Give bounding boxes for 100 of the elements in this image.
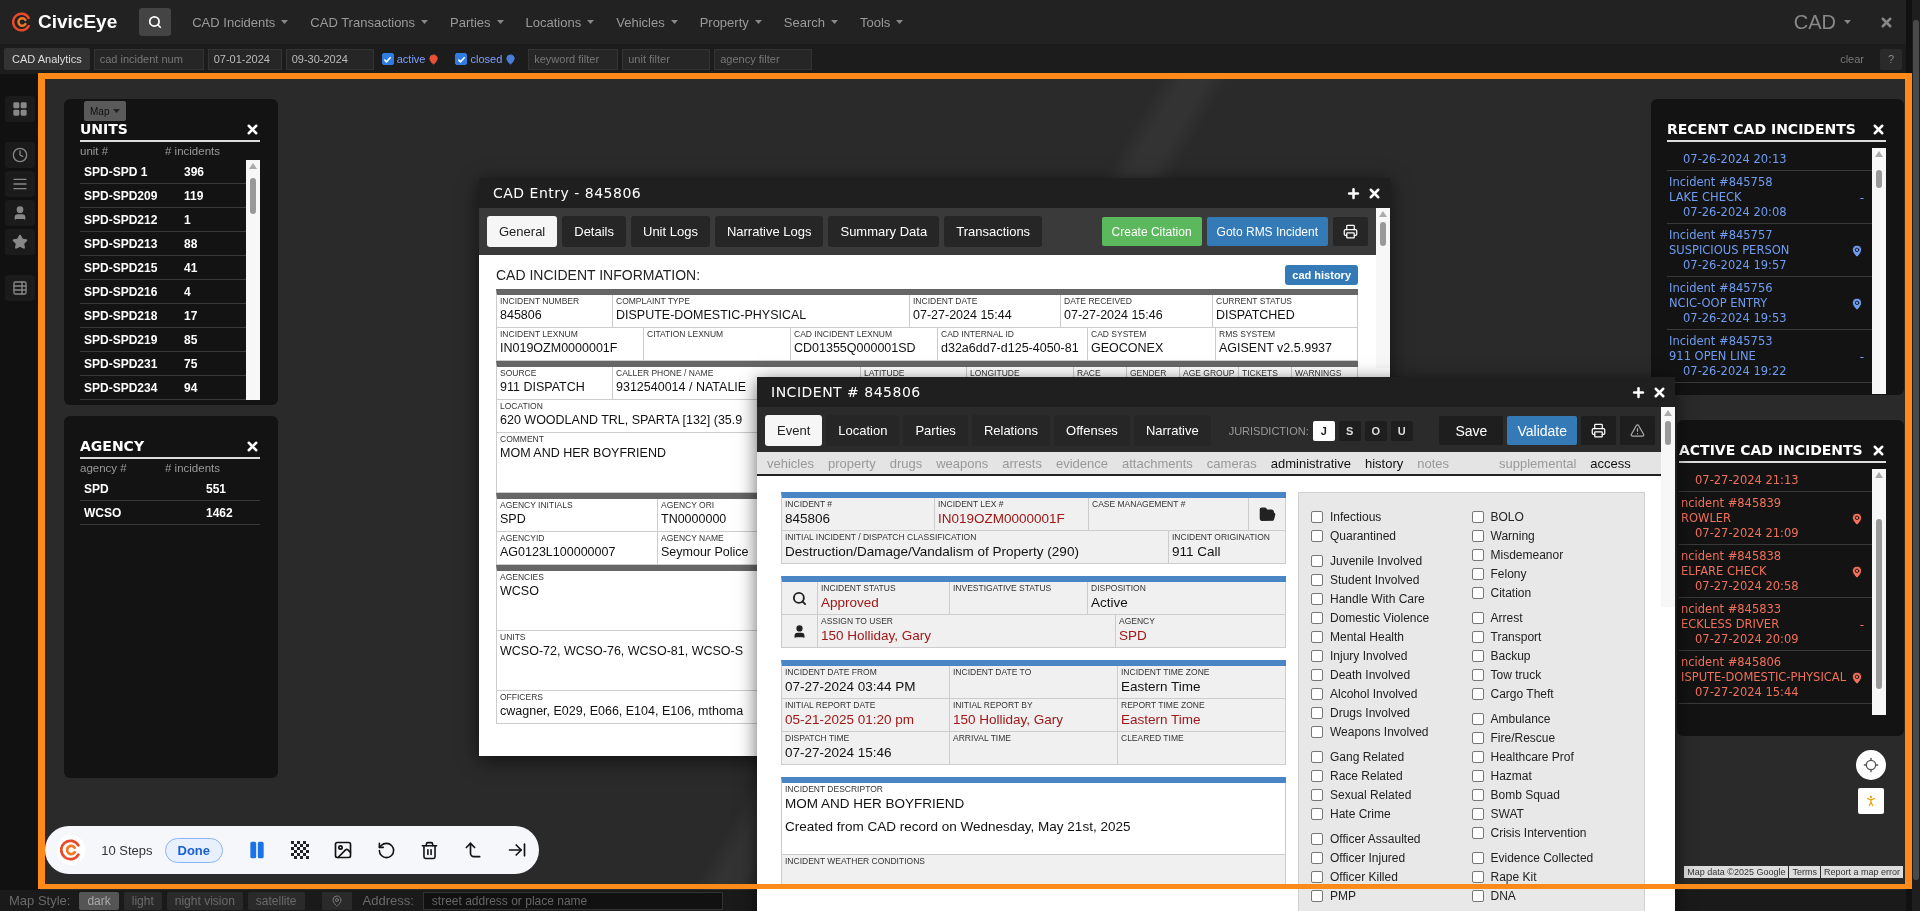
- checkbox[interactable]: [381, 53, 394, 65]
- scrollbar[interactable]: [246, 160, 260, 400]
- close-icon[interactable]: [1871, 121, 1886, 137]
- upload-button[interactable]: [463, 840, 483, 860]
- filter-field[interactable]: agency filter: [714, 48, 813, 70]
- checkbox[interactable]: [1471, 529, 1484, 542]
- filter-field[interactable]: 07-01-2024: [207, 48, 282, 70]
- checkbox[interactable]: [1471, 611, 1484, 624]
- checkbox[interactable]: [1311, 769, 1323, 782]
- checkbox[interactable]: [1471, 870, 1484, 883]
- tab[interactable]: Summary Data: [828, 216, 940, 247]
- done-button[interactable]: Done: [164, 837, 223, 863]
- image-button[interactable]: [333, 840, 353, 860]
- blur-button[interactable]: [291, 841, 309, 859]
- search-button[interactable]: [139, 8, 172, 36]
- incident-list-item[interactable]: 07-26-2024 20:13: [1667, 148, 1872, 171]
- checkbox[interactable]: [1471, 668, 1484, 681]
- checkbox[interactable]: [1311, 554, 1323, 567]
- tab[interactable]: Parties: [903, 415, 968, 446]
- tab[interactable]: Unit Logs: [631, 216, 710, 247]
- map-link[interactable]: Terms: [1789, 866, 1820, 878]
- filter-field[interactable]: unit filter: [622, 48, 711, 70]
- undo-button[interactable]: [377, 840, 396, 860]
- checkbox[interactable]: [1311, 529, 1323, 542]
- checkbox[interactable]: [1471, 731, 1484, 744]
- maximize-icon[interactable]: [1346, 185, 1361, 201]
- checkbox[interactable]: [1471, 548, 1484, 561]
- sub-tab[interactable]: history: [1364, 455, 1404, 471]
- recenter-button[interactable]: [1856, 750, 1886, 780]
- tab[interactable]: Narrative Logs: [714, 216, 824, 247]
- checkbox[interactable]: [1311, 851, 1323, 864]
- list-button[interactable]: [5, 171, 35, 197]
- tab[interactable]: Details: [562, 216, 626, 247]
- checkbox[interactable]: [1311, 630, 1323, 643]
- checkbox[interactable]: [1471, 851, 1484, 864]
- sub-tab[interactable]: access: [1590, 455, 1631, 471]
- tab[interactable]: General: [487, 216, 558, 247]
- warning-button[interactable]: [1620, 416, 1655, 445]
- checkbox[interactable]: [1311, 687, 1323, 700]
- print-button[interactable]: [1581, 416, 1616, 445]
- history-button[interactable]: [5, 142, 35, 168]
- filter-field[interactable]: cad incident num: [93, 48, 204, 70]
- tab[interactable]: Offenses: [1054, 415, 1130, 446]
- checkbox[interactable]: [455, 53, 468, 65]
- close-icon[interactable]: [245, 438, 260, 454]
- nav-menu-item[interactable]: Parties: [439, 14, 515, 30]
- scrollbar[interactable]: [1376, 208, 1390, 368]
- goto-rms-button[interactable]: Goto RMS Incident: [1206, 217, 1328, 246]
- tab[interactable]: Transactions: [944, 216, 1043, 247]
- close-icon[interactable]: [245, 121, 260, 137]
- map-pin-icon[interactable]: [1850, 244, 1864, 258]
- help-button[interactable]: ?: [1880, 48, 1902, 70]
- checkbox[interactable]: [1471, 567, 1484, 580]
- jurisdiction-option[interactable]: U: [1390, 420, 1413, 441]
- checkbox[interactable]: [1311, 750, 1323, 763]
- jurisdiction-option[interactable]: J: [1312, 420, 1335, 441]
- checkbox[interactable]: [1311, 649, 1323, 662]
- checkbox[interactable]: [1311, 611, 1323, 624]
- locate-button[interactable]: [321, 891, 352, 910]
- checkbox[interactable]: [1311, 870, 1323, 883]
- sub-tab[interactable]: administrative: [1270, 455, 1351, 471]
- checkbox[interactable]: [1471, 826, 1484, 839]
- checkbox[interactable]: [1471, 750, 1484, 763]
- scrollbar[interactable]: [1872, 148, 1886, 394]
- scrollbar[interactable]: [1872, 469, 1886, 715]
- map-pin-icon[interactable]: [1850, 297, 1864, 311]
- module-menu[interactable]: CAD: [1787, 9, 1857, 35]
- tab[interactable]: Event: [765, 415, 823, 446]
- checkbox[interactable]: [1311, 668, 1323, 681]
- address-field[interactable]: street address or place name: [422, 891, 723, 910]
- nav-menu-item[interactable]: Locations: [514, 14, 606, 30]
- skip-button[interactable]: [507, 840, 527, 860]
- checkbox[interactable]: [1311, 889, 1323, 902]
- checkbox[interactable]: [1311, 592, 1323, 605]
- checkbox[interactable]: [1471, 889, 1484, 902]
- jurisdiction-option[interactable]: S: [1338, 420, 1361, 441]
- nav-menu-item[interactable]: Property: [688, 14, 773, 30]
- filter-field[interactable]: keyword filter: [528, 48, 619, 70]
- close-icon[interactable]: [1367, 185, 1382, 201]
- checkbox[interactable]: [1471, 630, 1484, 643]
- map-pin-icon[interactable]: [1850, 512, 1864, 526]
- nav-menu-item[interactable]: Search: [772, 14, 849, 30]
- map-link[interactable]: Report a map error: [1820, 866, 1903, 878]
- tab[interactable]: Narrative: [1133, 415, 1211, 446]
- jurisdiction-option[interactable]: O: [1364, 420, 1387, 441]
- close-icon[interactable]: [1871, 442, 1886, 458]
- save-button[interactable]: Save: [1439, 416, 1504, 445]
- checkbox[interactable]: [1471, 807, 1484, 820]
- tab[interactable]: Location: [826, 415, 900, 446]
- page-scrollbar[interactable]: [1912, 0, 1920, 911]
- checkbox[interactable]: [1471, 510, 1484, 523]
- map-pin-icon[interactable]: [1850, 671, 1864, 685]
- pause-button[interactable]: [247, 840, 267, 860]
- table-button[interactable]: [5, 275, 35, 301]
- map-pin-icon[interactable]: [1850, 565, 1864, 579]
- checkbox[interactable]: [1471, 788, 1484, 801]
- person-button[interactable]: [5, 200, 35, 226]
- validate-button[interactable]: Validate: [1507, 416, 1577, 445]
- folder-button[interactable]: [1249, 498, 1286, 531]
- checkbox[interactable]: [1311, 725, 1323, 738]
